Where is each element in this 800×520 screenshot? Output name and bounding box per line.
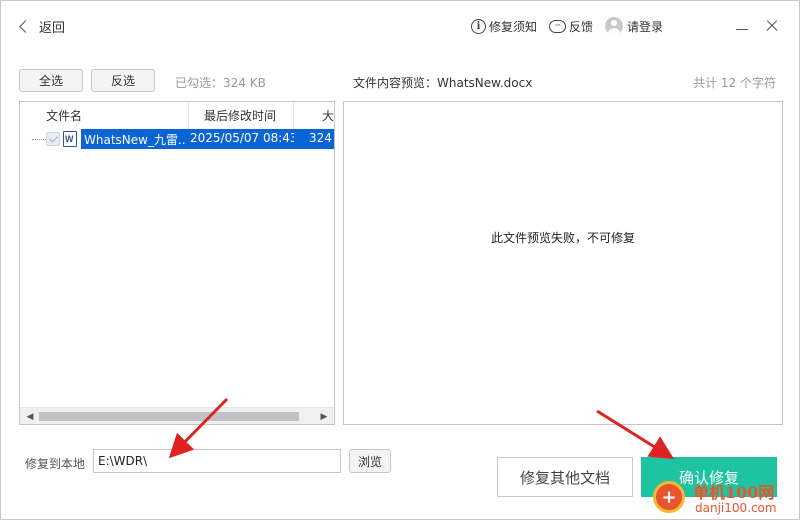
- repair-other-button[interactable]: 修复其他文档: [497, 457, 633, 497]
- avatar-icon: [605, 17, 623, 35]
- scrollbar-thumb[interactable]: [39, 412, 299, 421]
- watermark-url: danji100.com: [695, 501, 777, 515]
- notice-button[interactable]: i 修复须知: [471, 16, 537, 36]
- preview-panel: 此文件预览失败，不可修复: [343, 101, 783, 425]
- login-button[interactable]: 请登录: [605, 16, 663, 36]
- file-list-panel: 文件名 最后修改时间 大 W WhatsNew_九雷... 2025/05/07…: [19, 101, 335, 425]
- feedback-icon: ···: [549, 19, 566, 33]
- scroll-left-icon[interactable]: ◀: [23, 411, 37, 422]
- app-window: 返回 i 修复须知 ··· 反馈 请登录 全选 反选 已勾选：324 KB 文件…: [0, 0, 800, 520]
- path-label: 修复到本地: [25, 457, 86, 471]
- watermark-brand: 单机100网: [693, 483, 775, 502]
- preview-failed-message: 此文件预览失败，不可修复: [490, 231, 635, 245]
- watermark-logo-icon: +: [653, 481, 685, 513]
- feedback-label: 反馈: [569, 19, 594, 34]
- selected-size-info: 已勾选：324 KB: [175, 76, 266, 90]
- invert-selection-button[interactable]: 反选: [91, 69, 155, 92]
- char-count: 共计 12 个字符: [693, 76, 776, 90]
- column-header-name[interactable]: 文件名: [40, 102, 189, 129]
- watermark: + 单机100网 danji100.com: [651, 477, 800, 520]
- scroll-right-icon[interactable]: ▶: [317, 411, 331, 422]
- file-size-cell: 324: [309, 131, 332, 145]
- back-button[interactable]: 返回: [15, 15, 65, 37]
- file-modified-cell: 2025/05/07 08:43: [190, 131, 294, 145]
- login-label: 请登录: [627, 19, 664, 34]
- notice-label: 修复须知: [489, 19, 538, 34]
- browse-button[interactable]: 浏览: [349, 449, 391, 473]
- horizontal-scrollbar[interactable]: ◀ ▶: [20, 407, 334, 424]
- close-icon[interactable]: [764, 18, 780, 34]
- back-label: 返回: [39, 20, 66, 36]
- word-doc-icon: W: [63, 131, 77, 147]
- file-checkbox[interactable]: [46, 132, 60, 146]
- back-icon: [19, 19, 32, 33]
- preview-title: 文件内容预览：WhatsNew.docx: [353, 76, 533, 90]
- file-name-cell: WhatsNew_九雷...: [84, 133, 186, 147]
- save-path-input[interactable]: [93, 449, 341, 473]
- info-icon: i: [471, 18, 486, 34]
- column-header-modified[interactable]: 最后修改时间: [189, 102, 294, 129]
- feedback-button[interactable]: ··· 反馈: [549, 16, 593, 36]
- minimize-icon[interactable]: [734, 18, 750, 34]
- select-all-button[interactable]: 全选: [19, 69, 83, 92]
- column-header-size[interactable]: 大: [294, 102, 334, 129]
